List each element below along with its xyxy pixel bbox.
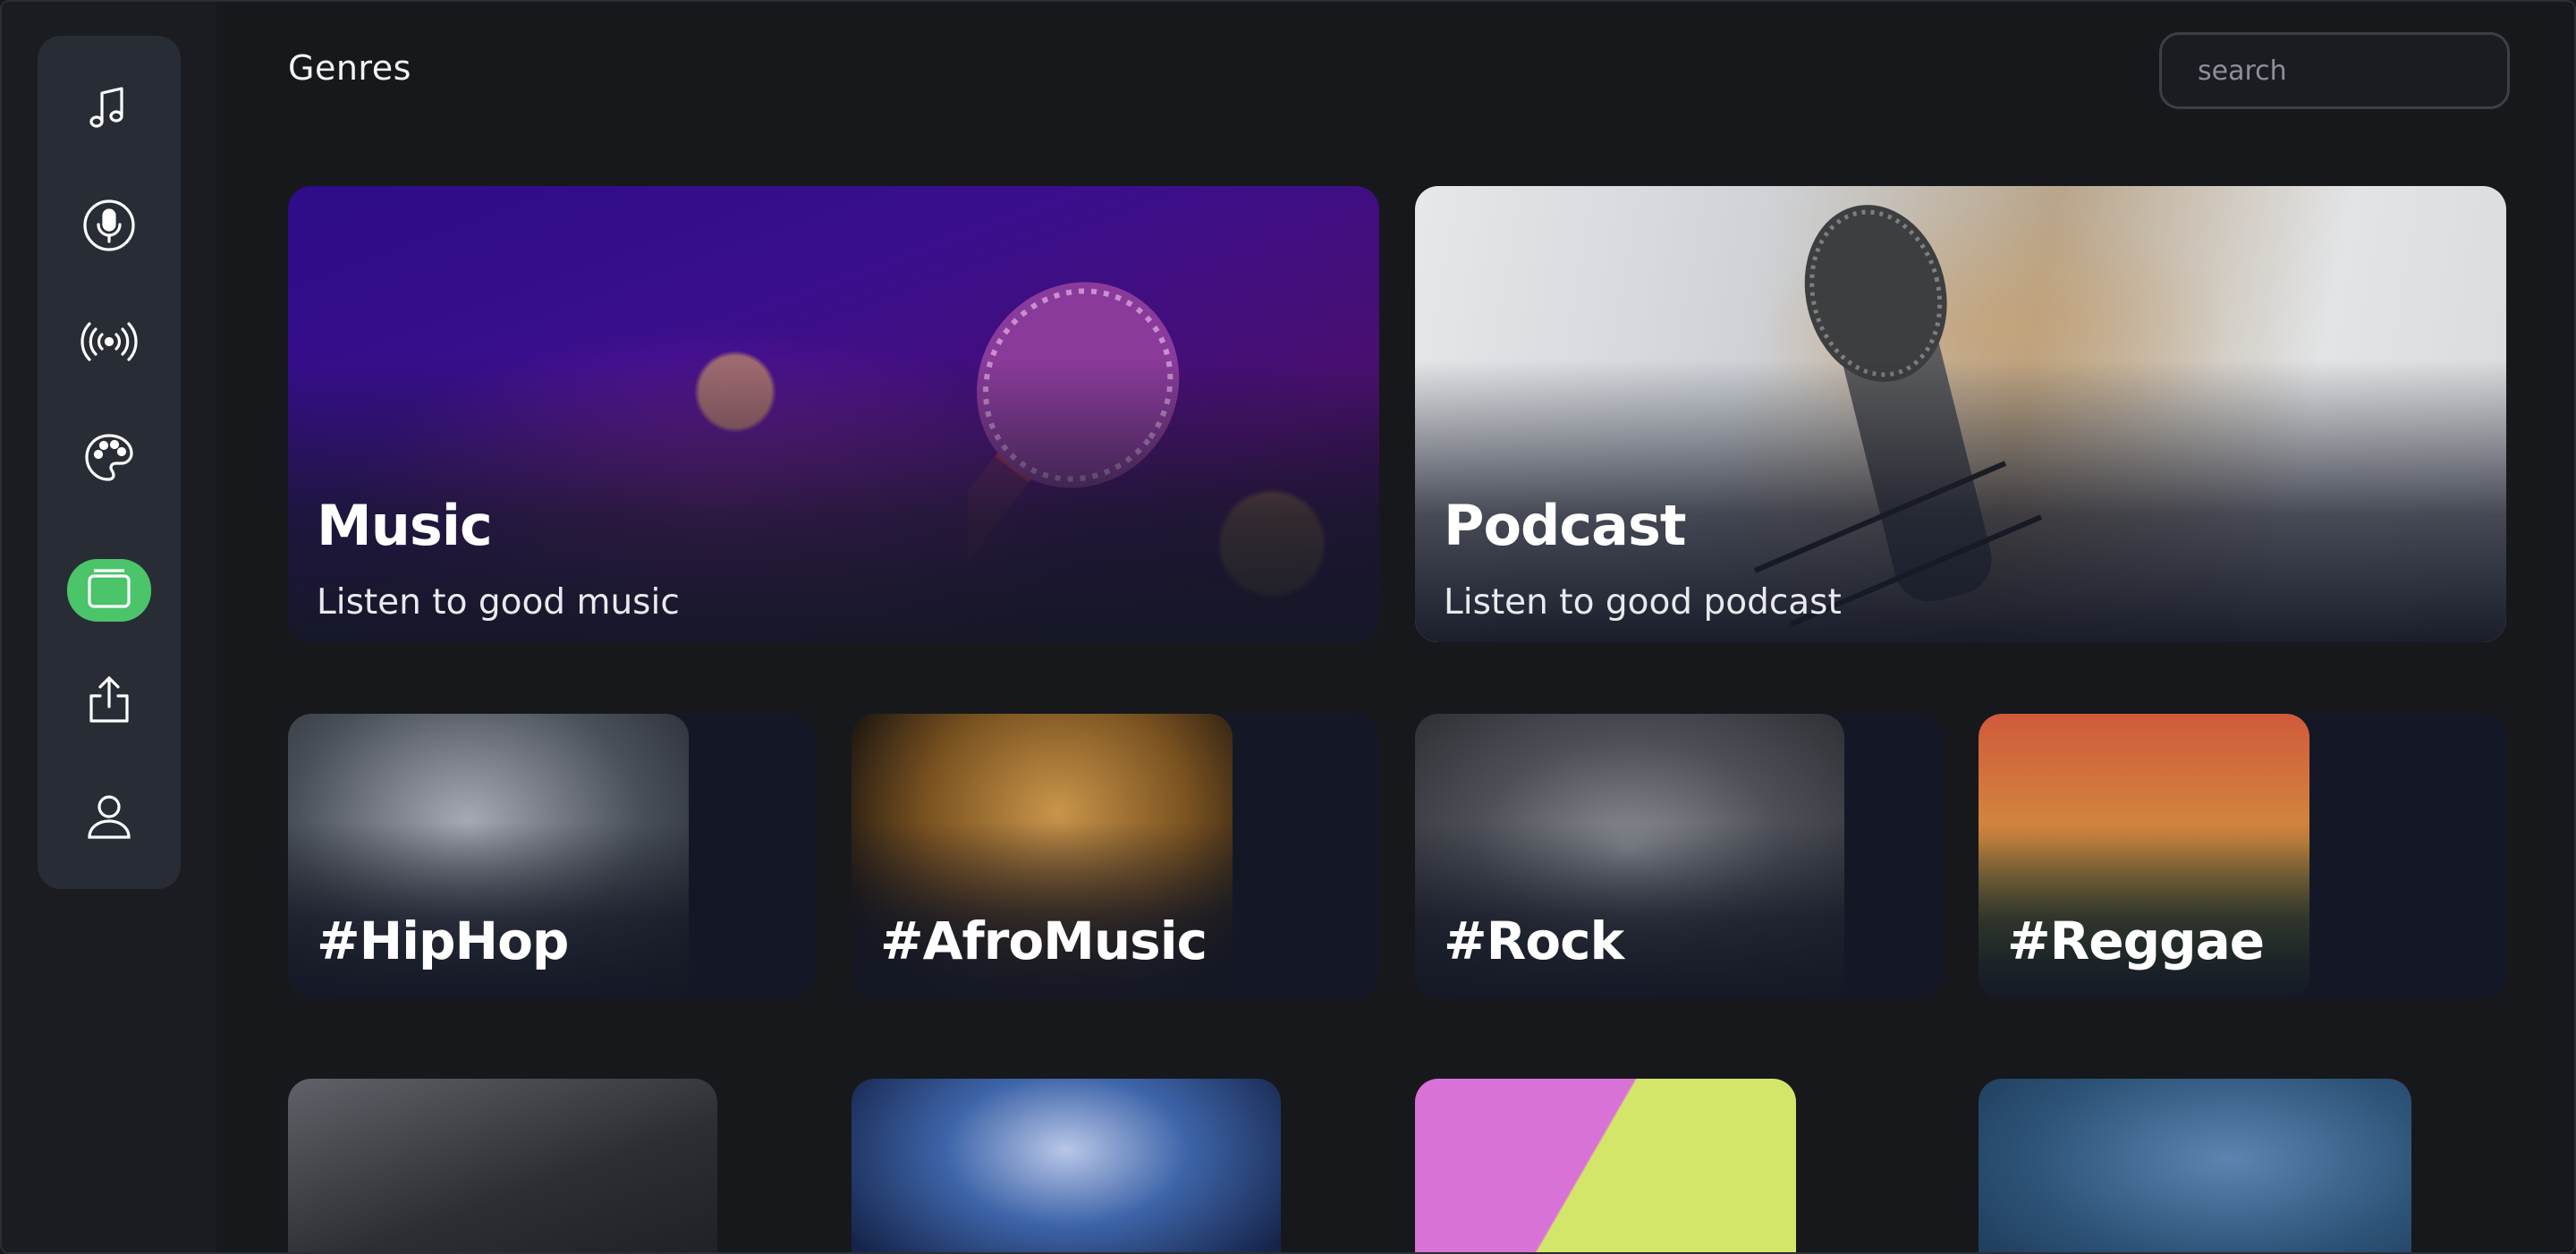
nav-radio[interactable] — [70, 302, 148, 381]
genre-card-concert[interactable] — [852, 1079, 1281, 1252]
mixer-image — [288, 1079, 717, 1252]
nav-share[interactable] — [70, 660, 148, 739]
featured-card-music[interactable]: Music Listen to good music — [288, 186, 1379, 642]
guitar-image — [1979, 1079, 2411, 1252]
nav-art[interactable] — [70, 419, 148, 497]
nav-podcast[interactable] — [70, 186, 148, 265]
genre-card-rock[interactable]: #Rock — [1415, 714, 1943, 998]
genre-label: #HipHop — [317, 911, 569, 971]
genre-card-guitar[interactable] — [1979, 1079, 2411, 1252]
nav-music[interactable] — [70, 70, 148, 148]
featured-subtitle: Listen to good music — [317, 582, 680, 623]
featured-title: Podcast — [1444, 493, 1687, 558]
genre-label: #AfroMusic — [880, 911, 1208, 971]
palette-icon — [85, 434, 133, 481]
genre-card-reggae[interactable]: #Reggae — [1979, 714, 2506, 998]
nav-profile[interactable] — [70, 776, 148, 855]
app-window: Genres Music Listen to good music — [0, 0, 2576, 1254]
genre-card-mixer[interactable] — [288, 1079, 717, 1252]
genre-card-cassette[interactable] — [1415, 1079, 1796, 1252]
featured-title: Music — [317, 493, 493, 558]
featured-card-podcast[interactable]: Podcast Listen to good podcast — [1415, 186, 2506, 642]
share-icon — [89, 676, 129, 723]
user-icon — [88, 795, 131, 839]
microphone-icon — [83, 199, 135, 251]
genre-label: #Rock — [1444, 911, 1624, 971]
genre-card-hiphop[interactable]: #HipHop — [288, 714, 816, 998]
broadcast-icon — [80, 322, 138, 361]
genre-label: #Reggae — [2007, 911, 2265, 971]
concert-image — [852, 1079, 1281, 1252]
page-title: Genres — [288, 48, 411, 88]
cassette-image — [1415, 1079, 1796, 1252]
music-note-icon — [89, 87, 123, 128]
collection-icon — [88, 569, 131, 608]
featured-subtitle: Listen to good podcast — [1444, 582, 1842, 623]
sidebar — [38, 36, 181, 889]
nav-collection[interactable] — [67, 559, 151, 622]
search-input[interactable] — [2159, 32, 2510, 109]
genre-card-afromusic[interactable]: #AfroMusic — [852, 714, 1379, 998]
